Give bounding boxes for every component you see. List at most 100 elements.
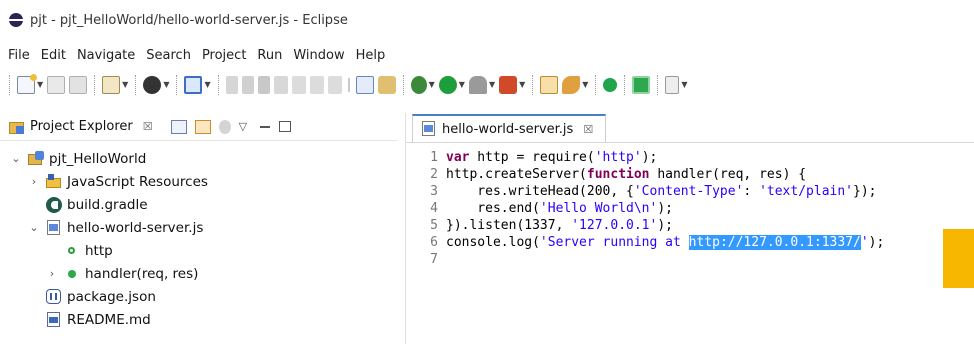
tree-item-hello-world-server[interactable]: ⌄ hello-world-server.js bbox=[0, 216, 397, 239]
next-annotation-icon[interactable] bbox=[665, 75, 680, 94]
code-line[interactable]: 7 bbox=[406, 251, 974, 268]
annotation-dropdown-icon[interactable]: ▼ bbox=[681, 80, 687, 89]
disconnect-icon[interactable] bbox=[273, 75, 288, 94]
code-token: res.writeHead(200, { bbox=[446, 184, 634, 199]
code-line[interactable]: 1 var http = require('http'); bbox=[406, 149, 974, 166]
open-perspective-icon[interactable] bbox=[184, 75, 203, 94]
coverage-icon[interactable] bbox=[468, 75, 487, 94]
search-icon[interactable] bbox=[562, 75, 581, 94]
tree-item-javascript-resources[interactable]: › JavaScript Resources bbox=[0, 170, 397, 193]
debug-dropdown-icon[interactable]: ▼ bbox=[163, 80, 169, 89]
step-return-icon[interactable] bbox=[327, 75, 342, 94]
save-icon[interactable] bbox=[47, 75, 66, 94]
step-over-icon[interactable] bbox=[309, 75, 324, 94]
breakpoint-icon[interactable] bbox=[603, 77, 618, 92]
window-title: pjt - pjt_HelloWorld/hello-world-server.… bbox=[30, 12, 348, 28]
project-explorer-icon bbox=[9, 120, 25, 134]
menu-edit[interactable]: Edit bbox=[41, 48, 66, 63]
format-icon[interactable] bbox=[355, 75, 374, 94]
terminate-icon[interactable] bbox=[257, 75, 270, 94]
title-bar: pjt - pjt_HelloWorld/hello-world-server.… bbox=[0, 0, 974, 40]
pin-icon[interactable] bbox=[632, 75, 651, 94]
chevron-down-icon[interactable]: ⌄ bbox=[10, 152, 22, 165]
step-into-icon[interactable] bbox=[291, 75, 306, 94]
chevron-down-icon[interactable]: ▽ bbox=[239, 120, 251, 134]
menu-search[interactable]: Search bbox=[146, 48, 191, 63]
tree-item-build-gradle[interactable]: build.gradle bbox=[0, 193, 397, 216]
menu-run[interactable]: Run bbox=[257, 48, 282, 63]
code-line[interactable]: 5}).listen(1337, '127.0.0.1'); bbox=[406, 217, 974, 234]
menu-navigate[interactable]: Navigate bbox=[77, 48, 135, 63]
code-line[interactable]: 4 res.end('Hello World\n'); bbox=[406, 200, 974, 217]
code-token: : bbox=[743, 184, 760, 199]
menu-file[interactable]: File bbox=[8, 48, 30, 63]
run-icon[interactable] bbox=[438, 75, 457, 94]
new-project-dropdown-icon[interactable]: ▼ bbox=[519, 80, 525, 89]
close-icon[interactable]: ☒ bbox=[143, 120, 153, 133]
code-token: var bbox=[446, 150, 470, 165]
debug-icon[interactable] bbox=[143, 75, 162, 94]
line-number: 3 bbox=[430, 184, 438, 199]
code-token: ); bbox=[641, 150, 658, 165]
toolbar-separator bbox=[402, 74, 404, 95]
run-last-icon[interactable] bbox=[377, 75, 396, 94]
toolbar-divider bbox=[347, 77, 350, 92]
code-text: http.createServer(function handler(req, … bbox=[446, 167, 806, 182]
menu-help[interactable]: Help bbox=[356, 48, 386, 63]
project-explorer-tools: ▽ bbox=[170, 119, 299, 134]
code-token: ); bbox=[657, 218, 673, 233]
code-token: 'Content-Type' bbox=[633, 184, 744, 199]
toolbar-separator bbox=[624, 74, 626, 95]
open-type-icon[interactable] bbox=[540, 75, 559, 94]
search-dropdown-icon[interactable]: ▼ bbox=[582, 80, 588, 89]
tree-item-http[interactable]: http bbox=[0, 239, 397, 262]
project-explorer-tab-label[interactable]: Project Explorer bbox=[30, 119, 133, 134]
new-dropdown-arrow-icon[interactable]: ▼ bbox=[37, 80, 43, 89]
menu-project[interactable]: Project bbox=[202, 48, 246, 63]
suspend-icon[interactable] bbox=[241, 75, 254, 94]
chevron-right-icon[interactable]: › bbox=[28, 175, 40, 188]
toolbar-separator bbox=[595, 74, 597, 95]
menu-window[interactable]: Window bbox=[293, 48, 344, 63]
link-with-editor-icon[interactable] bbox=[194, 119, 211, 134]
tree-item-package-json[interactable]: package.json bbox=[0, 285, 397, 308]
coverage-dropdown-icon[interactable]: ▼ bbox=[489, 80, 495, 89]
perspective-dropdown-icon[interactable]: ▼ bbox=[204, 80, 210, 89]
run-dropdown-icon[interactable]: ▼ bbox=[459, 80, 465, 89]
selected-text: http://127.0.0.1:1337/ bbox=[688, 235, 861, 250]
editor-tab-hello-world-server[interactable]: hello-world-server.js ☒ bbox=[412, 114, 607, 142]
editor-panel: hello-world-server.js ☒ 1 var http = requ… bbox=[405, 113, 974, 344]
function-icon bbox=[64, 266, 80, 282]
new-package-dropdown-icon[interactable]: ▼ bbox=[122, 80, 128, 89]
tree-item-handler[interactable]: › handler(req, res) bbox=[0, 262, 397, 285]
code-line[interactable]: 3 res.writeHead(200, {'Content-Type': 't… bbox=[406, 183, 974, 200]
tree-item-label: build.gradle bbox=[67, 196, 148, 213]
code-editor[interactable]: 1 var http = require('http'); 2 http.create… bbox=[406, 149, 974, 268]
code-line[interactable]: 6 console.log('Server running at http://1… bbox=[406, 234, 974, 251]
line-number: 7 bbox=[430, 252, 438, 267]
save-all-icon[interactable] bbox=[69, 75, 88, 94]
overview-ruler-marker[interactable] bbox=[943, 229, 974, 288]
maximize-icon[interactable] bbox=[278, 121, 291, 132]
view-menu-icon[interactable] bbox=[218, 119, 231, 134]
collapse-all-icon[interactable] bbox=[170, 119, 187, 134]
minimize-icon[interactable] bbox=[259, 120, 271, 134]
new-package-icon[interactable] bbox=[102, 75, 121, 94]
code-text: res.writeHead(200, {'Content-Type': 'tex… bbox=[446, 184, 876, 199]
chevron-down-icon[interactable]: ⌄ bbox=[28, 221, 40, 234]
toolbar-grip bbox=[9, 74, 10, 95]
external-tools-icon[interactable] bbox=[410, 75, 427, 94]
code-line[interactable]: 2 http.createServer(function handler(req,… bbox=[406, 166, 974, 183]
js-file-icon bbox=[421, 121, 437, 137]
gradle-icon bbox=[46, 196, 62, 213]
project-explorer-tabbar: Project Explorer ☒ ▽ bbox=[0, 113, 397, 141]
chevron-right-icon[interactable]: › bbox=[46, 267, 58, 280]
tree-item-project[interactable]: ⌄ pjt_HelloWorld bbox=[0, 147, 397, 170]
tree-item-readme[interactable]: README.md bbox=[0, 308, 397, 331]
close-icon[interactable]: ☒ bbox=[583, 123, 593, 136]
new-java-project-icon[interactable] bbox=[499, 75, 518, 94]
external-tools-dropdown-icon[interactable]: ▼ bbox=[429, 80, 435, 89]
code-text: res.end('Hello World\n'); bbox=[446, 201, 673, 216]
new-wizard-icon[interactable] bbox=[17, 73, 37, 94]
skip-breakpoints-icon[interactable] bbox=[225, 75, 238, 94]
